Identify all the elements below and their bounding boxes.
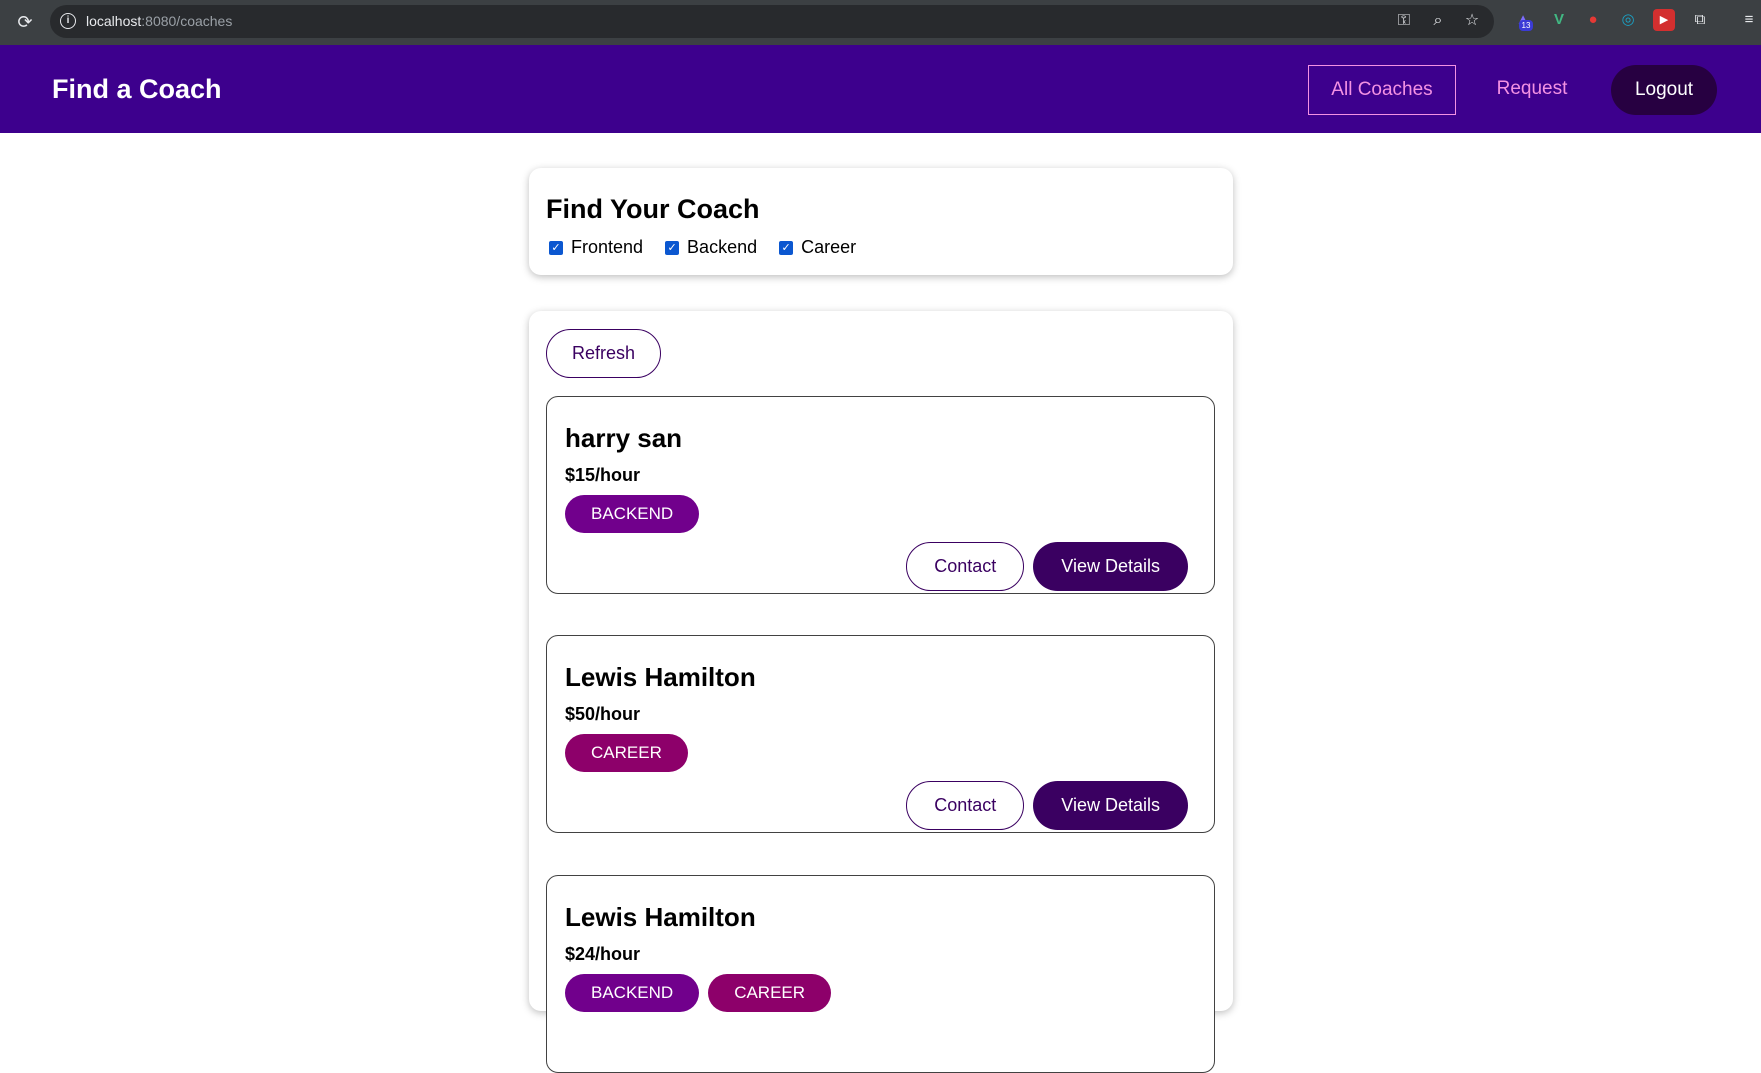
coach-name: Lewis Hamilton bbox=[565, 662, 756, 692]
filter-label: Career bbox=[801, 237, 857, 257]
area-badge: BACKEND bbox=[565, 495, 700, 533]
zoom-icon[interactable]: ⌕ bbox=[1428, 11, 1448, 31]
filter-title: Find Your Coach bbox=[546, 194, 760, 224]
refresh-button[interactable]: Refresh bbox=[546, 329, 661, 378]
nav-request[interactable]: Request bbox=[1482, 65, 1582, 115]
extension-icon[interactable]: ● bbox=[1582, 9, 1604, 31]
address-bar[interactable]: i localhost:8080/coaches ⚿ ⌕ ☆ bbox=[50, 5, 1494, 38]
nav-all-coaches[interactable]: All Coaches bbox=[1308, 65, 1456, 115]
area-badge: BACKEND bbox=[565, 974, 700, 1012]
view-details-button[interactable]: View Details bbox=[1033, 781, 1188, 830]
contact-button[interactable]: Contact bbox=[906, 542, 1025, 591]
site-info-icon[interactable]: i bbox=[60, 13, 76, 29]
coach-rate: $24/hour bbox=[565, 944, 641, 964]
coach-item: Lewis Hamilton $24/hour BACKEND CAREER bbox=[546, 875, 1215, 1073]
reading-list-icon[interactable]: ≡ bbox=[1738, 9, 1760, 31]
coach-areas: BACKEND bbox=[565, 495, 700, 533]
vue-devtools-icon[interactable]: V bbox=[1548, 9, 1570, 31]
extension-icon[interactable]: ▶ bbox=[1653, 9, 1675, 31]
coach-areas: CAREER bbox=[565, 734, 688, 772]
area-badge: CAREER bbox=[708, 974, 832, 1012]
coach-list-card: Refresh harry san $15/hour BACKEND Conta… bbox=[529, 311, 1233, 1073]
filter-options: ✓ Frontend ✓ Backend ✓ Career bbox=[549, 237, 878, 258]
filter-label: Backend bbox=[687, 237, 758, 257]
extension-badge: 13 bbox=[1519, 20, 1533, 31]
brand-logo[interactable]: Find a Coach bbox=[52, 74, 222, 105]
bookmark-star-icon[interactable]: ☆ bbox=[1462, 11, 1482, 31]
filter-backend[interactable]: ✓ Backend bbox=[665, 237, 757, 258]
site-header: Find a Coach All Coaches Request Logout bbox=[0, 45, 1761, 133]
coach-item: Lewis Hamilton $50/hour CAREER Contact V… bbox=[546, 635, 1215, 833]
checkbox-checked-icon[interactable]: ✓ bbox=[779, 240, 794, 255]
reload-icon[interactable]: ⟳ bbox=[13, 10, 37, 34]
coach-item: harry san $15/hour BACKEND Contact View … bbox=[546, 396, 1215, 594]
key-icon[interactable]: ⚿ bbox=[1394, 11, 1414, 31]
coach-rate: $15/hour bbox=[565, 465, 641, 485]
contact-button[interactable]: Contact bbox=[906, 781, 1025, 830]
filter-frontend[interactable]: ✓ Frontend bbox=[549, 237, 643, 258]
view-details-button[interactable]: View Details bbox=[1033, 542, 1188, 591]
coach-name: Lewis Hamilton bbox=[565, 902, 756, 932]
url-text: localhost:8080/coaches bbox=[86, 13, 233, 29]
checkbox-checked-icon[interactable]: ✓ bbox=[549, 240, 563, 255]
area-badge: CAREER bbox=[565, 734, 688, 772]
coach-areas: BACKEND CAREER bbox=[565, 974, 832, 1012]
filter-career[interactable]: ✓ Career bbox=[779, 237, 856, 258]
filter-label: Frontend bbox=[571, 237, 644, 257]
coach-rate: $50/hour bbox=[565, 704, 641, 724]
browser-toolbar: ⟳ i localhost:8080/coaches ⚿ ⌕ ☆ ▲ 13 V … bbox=[0, 0, 1761, 45]
extension-icon[interactable]: ◎ bbox=[1617, 9, 1639, 31]
logout-button[interactable]: Logout bbox=[1611, 65, 1717, 115]
extensions-puzzle-icon[interactable]: ⧉ bbox=[1689, 9, 1711, 31]
coach-name: harry san bbox=[565, 423, 683, 453]
coach-filter-card: Find Your Coach ✓ Frontend ✓ Backend ✓ C… bbox=[529, 168, 1233, 275]
checkbox-checked-icon[interactable]: ✓ bbox=[665, 240, 680, 255]
